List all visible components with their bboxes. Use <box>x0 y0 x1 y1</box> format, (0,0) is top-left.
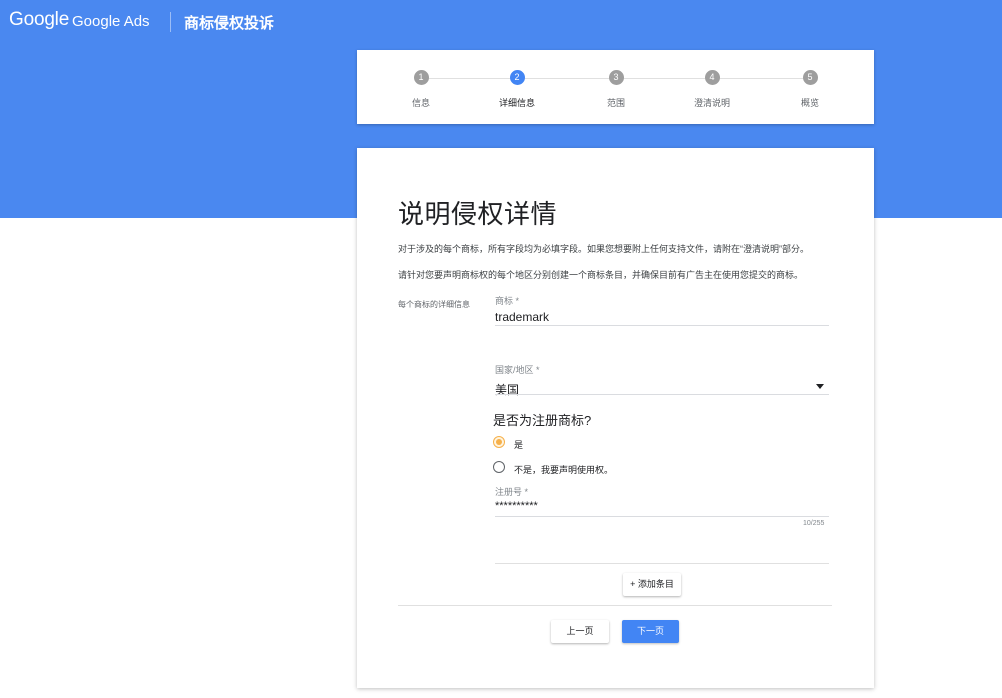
character-counter: 10/255 <box>803 520 825 527</box>
step-label: 信息 <box>411 98 430 108</box>
form-title: 说明侵权详情 <box>398 199 558 229</box>
trademark-label: 商标 * <box>495 296 520 306</box>
step-overview[interactable]: 5 概览 <box>770 70 850 109</box>
dropdown-arrow-icon[interactable] <box>816 384 824 389</box>
footer-divider <box>398 605 832 606</box>
step-label: 范围 <box>606 98 625 108</box>
form-description: 请针对您要声明商标权的每个地区分别创建一个商标条目，并确保目前有广告主在使用您提… <box>398 270 804 280</box>
step-clarification[interactable]: 4 澄清说明 <box>672 70 752 109</box>
trademark-input[interactable]: trademark <box>495 310 549 324</box>
radio-no[interactable] <box>493 461 505 473</box>
step-label: 概览 <box>800 98 819 108</box>
section-label: 每个商标的详细信息 <box>398 300 470 309</box>
radio-no-label[interactable]: 不是，我要声明使用权。 <box>514 463 613 476</box>
step-number: 3 <box>608 70 624 85</box>
step-label: 详细信息 <box>498 98 535 108</box>
step-details[interactable]: 2 详细信息 <box>477 70 557 109</box>
registration-input[interactable]: ********** <box>495 500 538 512</box>
registration-underline <box>495 516 829 517</box>
step-number: 4 <box>704 70 720 85</box>
add-entry-button[interactable]: + 添加条目 <box>623 573 681 596</box>
registered-question: 是否为注册商标? <box>493 413 592 428</box>
country-select[interactable]: 美国 <box>495 381 519 398</box>
trademark-underline <box>495 325 829 326</box>
step-scope[interactable]: 3 范围 <box>576 70 656 109</box>
page: Google Google Ads 商标侵权投诉 1 信息 2 详细信息 3 范… <box>0 0 1002 698</box>
radio-yes[interactable] <box>493 436 505 448</box>
google-logo[interactable]: Google <box>9 9 69 31</box>
page-title: 商标侵权投诉 <box>184 15 275 32</box>
form-description: 对于涉及的每个商标，所有字段均为必填字段。如果您想要附上任何支持文件，请附在“澄… <box>398 244 809 254</box>
header-divider <box>170 12 171 32</box>
step-number: 5 <box>802 70 818 85</box>
country-label: 国家/地区 * <box>495 365 540 375</box>
step-number: 2 <box>509 70 525 85</box>
product-name: Google Ads <box>72 13 150 30</box>
form-card: 说明侵权详情 对于涉及的每个商标，所有字段均为必填字段。如果您想要附上任何支持文… <box>357 148 874 688</box>
registration-label: 注册号 * <box>495 487 529 497</box>
step-info[interactable]: 1 信息 <box>381 70 461 109</box>
next-button[interactable]: 下一页 <box>622 620 679 643</box>
app-header: Google Google Ads 商标侵权投诉 <box>0 0 1002 44</box>
step-label: 澄清说明 <box>693 98 730 108</box>
section-divider <box>495 563 829 564</box>
country-underline <box>495 394 829 395</box>
step-number: 1 <box>413 70 429 85</box>
stepper: 1 信息 2 详细信息 3 范围 4 澄清说明 5 概览 <box>357 50 874 124</box>
radio-yes-label[interactable]: 是 <box>514 438 523 451</box>
prev-button[interactable]: 上一页 <box>551 620 609 643</box>
